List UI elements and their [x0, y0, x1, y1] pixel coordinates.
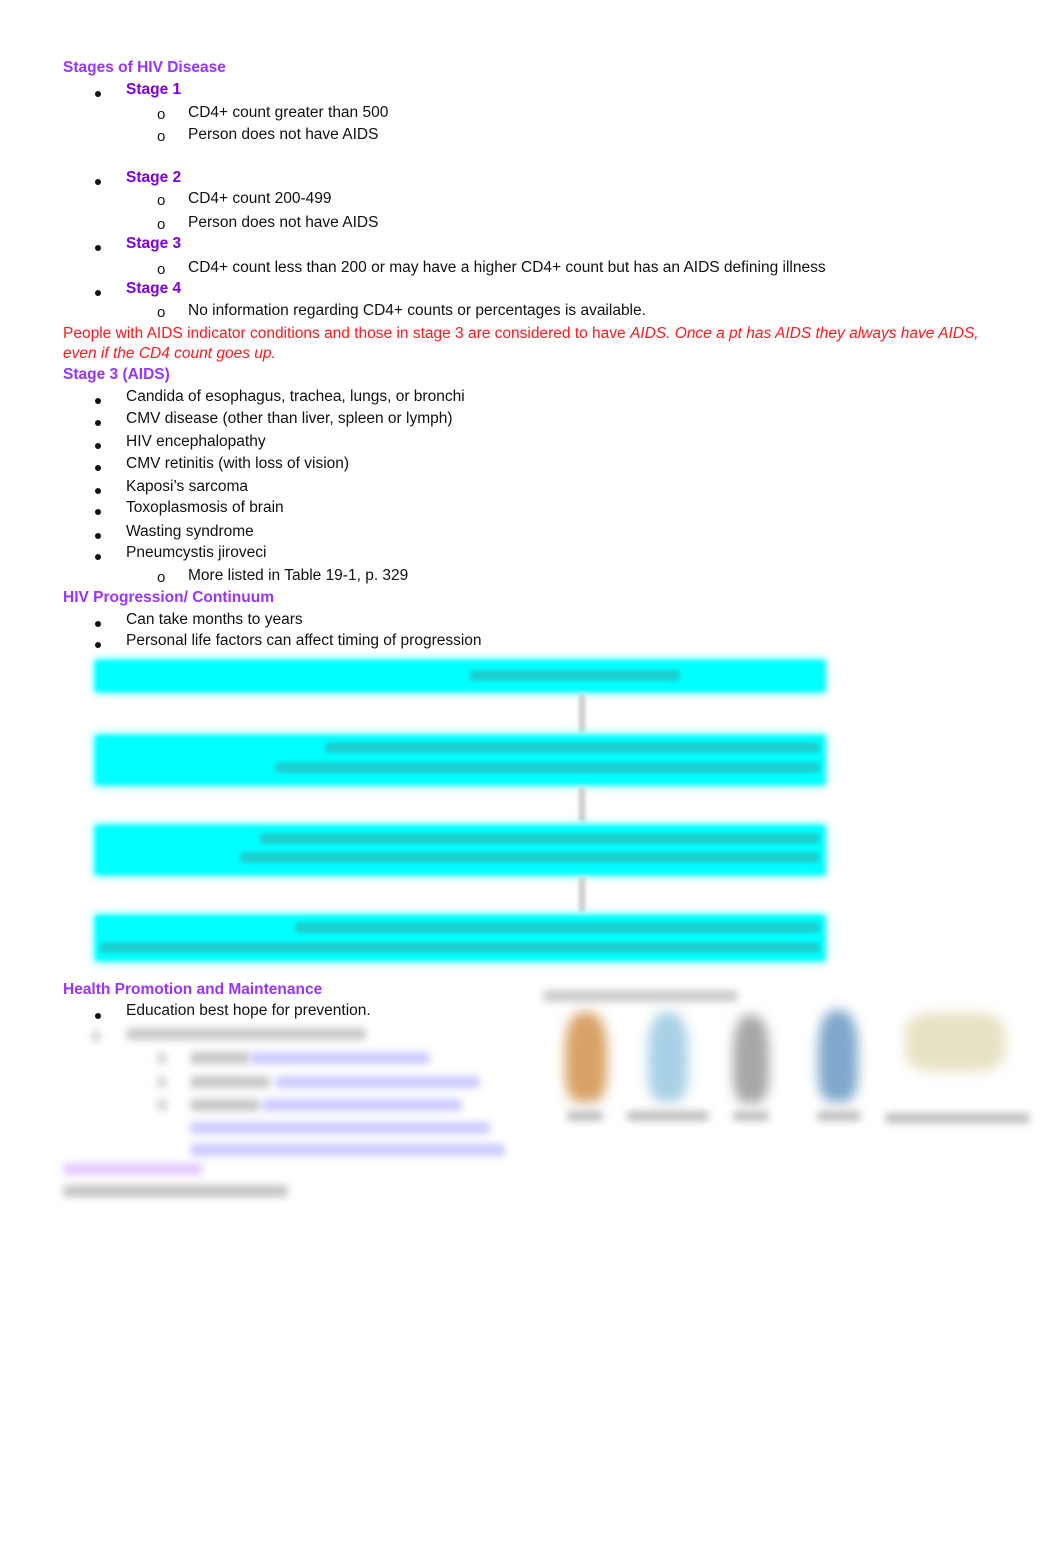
obscured-bullet — [157, 1052, 167, 1064]
stage-2-detail: CD4+ count 200-499 — [188, 190, 332, 207]
bullet-icon — [95, 1013, 101, 1019]
bullet-icon — [95, 398, 101, 404]
progression-item: Can take months to years — [126, 611, 303, 628]
obscured-bullet — [157, 1099, 167, 1111]
figure-person-icon — [565, 1012, 607, 1102]
aids-condition: Candida of esophagus, trachea, lungs, or… — [126, 388, 465, 405]
section-heading-stages: Stages of HIV Disease — [63, 59, 226, 76]
obscured-line — [190, 1076, 270, 1088]
figure-label — [627, 1111, 709, 1121]
obscured-link — [262, 1099, 462, 1111]
bullet-icon — [95, 554, 101, 560]
aids-condition: CMV retinitis (with loss of vision) — [126, 455, 350, 472]
progression-item: Personal life factors can affect timing … — [126, 632, 482, 649]
section-heading-health-promotion: Health Promotion and Maintenance — [63, 981, 323, 998]
stage-2-label: Stage 2 — [126, 169, 182, 186]
flowchart-box-3-text-obscured — [240, 852, 820, 863]
obscured-line — [126, 1028, 366, 1040]
figure-person-icon — [648, 1012, 688, 1102]
bullet-icon — [95, 420, 101, 426]
stage-3-label: Stage 3 — [126, 235, 182, 252]
stage-1-detail: CD4+ count greater than 500 — [188, 104, 389, 121]
section-heading-aids: Stage 3 (AIDS) — [63, 366, 170, 383]
flowchart-box-1-text-obscured — [470, 670, 680, 681]
section-heading-progression: HIV Progression/ Continuum — [63, 589, 274, 606]
flowchart-box-3-text-obscured — [260, 833, 820, 844]
document-page: Stages of HIV Disease Stage 1 o CD4+ cou… — [0, 0, 1062, 1556]
health-item: Education best hope for prevention. — [126, 1002, 371, 1019]
bullet-icon — [95, 509, 101, 515]
bullet-icon — [95, 533, 101, 539]
aids-note-emphasis: AIDS. Once a pt has AIDS they always hav… — [629, 325, 979, 342]
aids-condition: CMV disease (other than liver, spleen or… — [126, 410, 453, 427]
figure-person-icon — [818, 1010, 858, 1102]
obscured-link — [275, 1076, 480, 1088]
flowchart-box-4-text-obscured — [295, 922, 820, 933]
obscured-figure-caption — [543, 990, 738, 1002]
sub-bullet-icon: o — [157, 569, 166, 586]
bullet-icon — [95, 290, 101, 296]
bullet-icon — [95, 179, 101, 185]
flowchart-box-2-text-obscured — [325, 742, 820, 753]
stage-4-label: Stage 4 — [126, 280, 182, 297]
aids-note-line-2: even if the CD4 count goes up. — [63, 344, 276, 364]
bullet-icon — [95, 443, 101, 449]
obscured-bullet — [157, 1076, 167, 1088]
bullet-icon — [95, 488, 101, 494]
obscured-line — [63, 1185, 288, 1197]
flowchart-box-2-text-obscured — [275, 762, 820, 773]
stage-3-detail: CD4+ count less than 200 or may have a h… — [188, 259, 826, 276]
obscured-link — [190, 1144, 505, 1156]
sub-bullet-icon: o — [157, 106, 166, 123]
flowchart-box-1 — [95, 660, 825, 692]
aids-condition: Toxoplasmosis of brain — [126, 499, 284, 516]
stage-1-detail: Person does not have AIDS — [188, 126, 379, 143]
sub-bullet-icon: o — [157, 216, 166, 233]
aids-note-emphasis: even if the CD4 count goes up. — [63, 345, 276, 362]
bullet-icon — [95, 91, 101, 97]
flowchart-connector — [579, 877, 585, 912]
aids-condition: HIV encephalopathy — [126, 433, 266, 450]
flowchart-connector — [579, 787, 585, 822]
bullet-icon — [95, 245, 101, 251]
bullet-icon — [95, 621, 101, 627]
obscured-link — [190, 1122, 490, 1134]
sub-bullet-icon: o — [157, 261, 166, 278]
figure-label — [885, 1113, 1030, 1123]
bullet-icon — [95, 465, 101, 471]
bullet-icon — [95, 642, 101, 648]
aids-condition: Kaposi’s sarcoma — [126, 478, 249, 495]
figure-bed-icon — [905, 1012, 1005, 1072]
stage-1-label: Stage 1 — [126, 81, 182, 98]
stage-4-detail: No information regarding CD4+ counts or … — [188, 302, 646, 319]
flowchart-box-4-text-obscured — [100, 942, 820, 953]
figure-person-icon — [733, 1015, 769, 1103]
sub-bullet-icon: o — [157, 128, 166, 145]
obscured-heading — [63, 1163, 203, 1175]
flowchart-connector — [579, 694, 585, 732]
obscured-link — [250, 1052, 430, 1064]
sub-bullet-icon: o — [157, 304, 166, 321]
figure-label — [817, 1111, 861, 1121]
aids-condition: Pneumcystis jiroveci — [126, 544, 267, 561]
sub-bullet-icon: o — [157, 192, 166, 209]
obscured-line — [190, 1099, 260, 1111]
figure-label — [733, 1111, 769, 1121]
figure-label — [567, 1111, 603, 1121]
aids-note-line-1: People with AIDS indicator conditions an… — [63, 324, 979, 344]
obscured-bullet — [92, 1030, 100, 1042]
aids-more-reference: More listed in Table 19-1, p. 329 — [188, 567, 409, 584]
aids-condition: Wasting syndrome — [126, 523, 254, 540]
obscured-line — [190, 1052, 250, 1064]
aids-note-text: People with AIDS indicator conditions an… — [63, 325, 630, 342]
stage-2-detail: Person does not have AIDS — [188, 214, 379, 231]
